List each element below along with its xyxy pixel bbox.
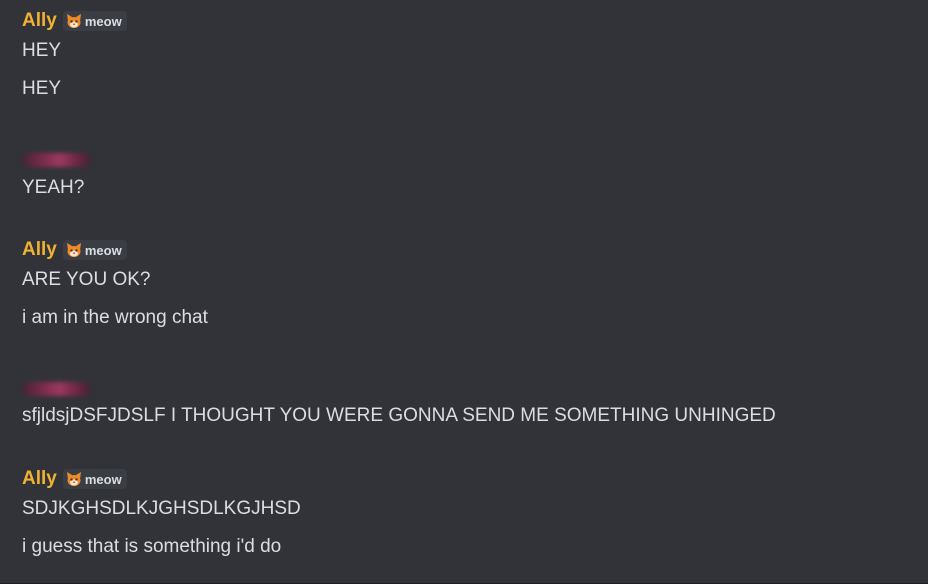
message-header (22, 375, 776, 399)
message-group: Ally meow ARE YOU OK? i am in the wrong … (22, 238, 208, 330)
message-group: Ally meow HEY HEY (22, 9, 127, 101)
message-header: Ally meow (22, 467, 301, 491)
message-line[interactable]: sfjldsjDSFJDSLF I THOUGHT YOU WERE GONNA… (22, 404, 776, 428)
redacted-username (22, 153, 90, 167)
message-group: sfjldsjDSFJDSLF I THOUGHT YOU WERE GONNA… (22, 375, 776, 428)
message-line[interactable]: i am in the wrong chat (22, 306, 208, 330)
message-line[interactable]: SDJKGHSDLKJGHSDLKGJHSD (22, 497, 301, 521)
message-line[interactable]: i guess that is something i'd do (22, 535, 301, 559)
message-line[interactable]: YEAH? (22, 176, 90, 200)
message-header: Ally meow (22, 238, 208, 262)
cat-face-icon (66, 472, 81, 486)
username[interactable]: Ally (22, 238, 57, 262)
message-group: Ally meow SDJKGHSDLKJGHSDLKGJHSD i guess… (22, 467, 301, 559)
message-line[interactable]: ARE YOU OK? (22, 268, 208, 292)
role-tag[interactable]: meow (62, 240, 127, 260)
role-tag-label: meow (84, 242, 122, 258)
cat-face-icon (66, 243, 81, 257)
chat-message-list: Ally meow HEY HEY YEAH? Ally meow ARE YO… (0, 0, 928, 584)
cat-face-icon (66, 14, 81, 28)
message-header: Ally meow (22, 9, 127, 33)
username[interactable]: Ally (22, 467, 57, 491)
message-line[interactable]: HEY (22, 39, 127, 63)
username[interactable]: Ally (22, 9, 57, 33)
role-tag-label: meow (84, 13, 122, 29)
role-tag[interactable]: meow (62, 469, 127, 489)
redacted-username (22, 382, 90, 396)
message-header (22, 146, 90, 170)
role-tag-label: meow (84, 471, 122, 487)
message-group: YEAH? (22, 146, 90, 200)
message-line[interactable]: HEY (22, 77, 127, 101)
role-tag[interactable]: meow (62, 11, 127, 31)
